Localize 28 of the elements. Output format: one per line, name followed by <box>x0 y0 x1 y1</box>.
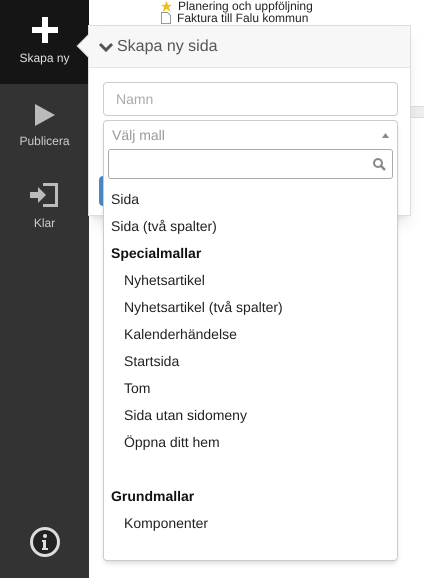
sidebar-item[interactable]: Klar <box>0 170 89 244</box>
popover-title: Skapa ny sida <box>117 36 218 56</box>
template-option[interactable]: Sida <box>104 186 397 213</box>
tree-item-label[interactable]: Planering och uppföljning <box>178 0 313 12</box>
door-arrow-icon <box>30 182 60 208</box>
template-option[interactable]: Öppna ditt hem <box>104 429 397 456</box>
plus-icon <box>32 17 58 43</box>
template-option[interactable]: Startsida <box>104 348 397 375</box>
play-icon <box>34 104 54 126</box>
group-heading: Specialmallar <box>110 244 202 263</box>
template-option[interactable]: Tom <box>104 375 397 402</box>
search-field[interactable] <box>108 149 393 179</box>
info-icon[interactable] <box>28 526 60 558</box>
star-icon <box>161 0 172 12</box>
chevron-down-icon[interactable] <box>99 42 113 52</box>
template-option[interactable]: Nyhetsartikel (två spalter) <box>104 294 397 321</box>
group-heading: Grundmallar <box>110 487 196 506</box>
sidebar-item[interactable]: Publicera <box>0 90 89 164</box>
name-field[interactable]: Namn <box>103 82 398 116</box>
sidebar-item[interactable]: Skapa ny <box>0 0 89 84</box>
template-option[interactable]: Sida (två spalter) <box>104 213 397 240</box>
template-option[interactable]: Nyhetsartikel <box>104 267 397 294</box>
caret-up-icon <box>382 132 389 138</box>
template-option[interactable]: Kalenderhändelse <box>104 321 397 348</box>
template-option[interactable]: Sida utan sidomeny <box>104 402 397 429</box>
search-icon <box>373 158 386 170</box>
template-option[interactable]: Komponenter <box>104 510 397 537</box>
tree-item-label[interactable]: Faktura till Falu kommun <box>177 12 308 24</box>
